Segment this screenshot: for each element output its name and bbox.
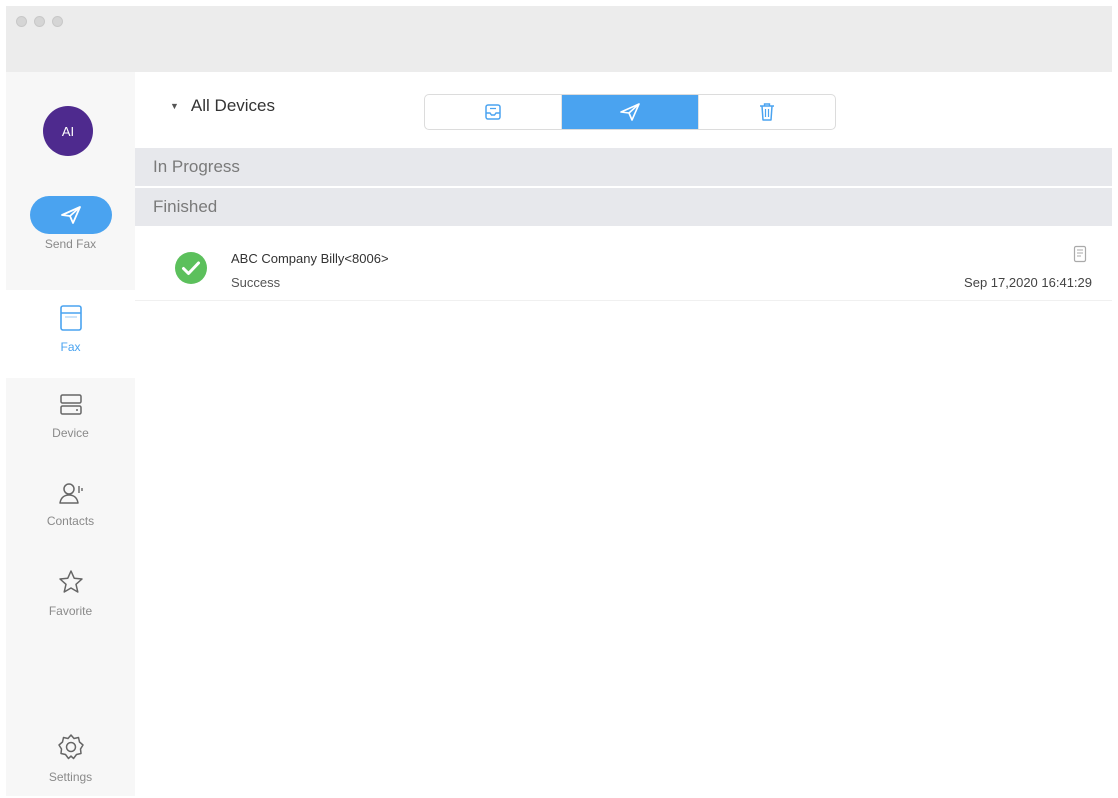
paper-plane-icon	[60, 206, 81, 224]
list-item[interactable]: ABC Company Billy<8006> Success Sep 17,2…	[135, 235, 1112, 301]
zoom-window-button[interactable]	[52, 16, 63, 27]
close-window-button[interactable]	[16, 16, 27, 27]
fax-recipient: ABC Company Billy<8006>	[231, 251, 389, 266]
paper-plane-icon	[620, 103, 640, 121]
fax-status: Success	[231, 275, 281, 290]
sidebar-item-send-fax[interactable]: Send Fax	[6, 196, 135, 251]
inbox-icon	[485, 104, 501, 120]
section-finished[interactable]: Finished	[135, 188, 1112, 226]
caret-icon: ▼	[170, 101, 179, 111]
trash-icon	[760, 103, 774, 121]
avatar[interactable]: AI	[43, 106, 93, 156]
check-circle-icon	[175, 252, 207, 284]
sidebar-item-label: Settings	[48, 770, 93, 784]
sidebar-item-label: Contacts	[46, 514, 95, 528]
sidebar-item-device[interactable]: Device	[6, 392, 135, 440]
send-fax-button[interactable]	[29, 196, 112, 234]
title-bar	[6, 6, 1112, 72]
device-filter-label: All Devices	[190, 96, 276, 115]
toolbar: ▼ All Devices	[135, 72, 1112, 142]
sidebar-item-label: Device	[52, 426, 89, 440]
tab-trash[interactable]	[698, 95, 835, 129]
gear-icon	[57, 734, 84, 760]
fax-tray-icon	[59, 305, 82, 331]
tab-sent[interactable]	[561, 95, 698, 129]
document-icon[interactable]	[1073, 245, 1087, 263]
fax-folder-tabs	[424, 94, 836, 130]
device-filter-dropdown[interactable]: ▼ All Devices	[170, 96, 275, 116]
sidebar-item-favorite[interactable]: Favorite	[6, 568, 135, 618]
sidebar-item-label: Favorite	[48, 604, 93, 618]
section-in-progress[interactable]: In Progress	[135, 148, 1112, 186]
tab-inbox[interactable]	[425, 95, 561, 129]
avatar-initials: AI	[61, 123, 75, 139]
fax-timestamp: Sep 17,2020 16:41:29	[964, 275, 1092, 290]
main-content: ▼ All Devices In Progress Finished ABC C…	[135, 72, 1112, 796]
sidebar: AI Send Fax Fax Device Contacts Favorite…	[6, 72, 135, 796]
sidebar-item-fax[interactable]: Fax	[6, 290, 135, 378]
sidebar-item-settings[interactable]: Settings	[6, 732, 135, 784]
sidebar-item-contacts[interactable]: Contacts	[6, 480, 135, 528]
section-title: Finished	[153, 197, 218, 216]
app-window: AI Send Fax Fax Device Contacts Favorite…	[6, 6, 1112, 796]
section-title: In Progress	[153, 157, 240, 176]
minimize-window-button[interactable]	[34, 16, 45, 27]
sidebar-item-label: Send Fax	[44, 237, 97, 251]
server-icon	[59, 394, 82, 415]
star-icon	[58, 570, 83, 593]
sidebar-item-label: Fax	[60, 340, 81, 354]
contacts-icon	[58, 483, 83, 504]
